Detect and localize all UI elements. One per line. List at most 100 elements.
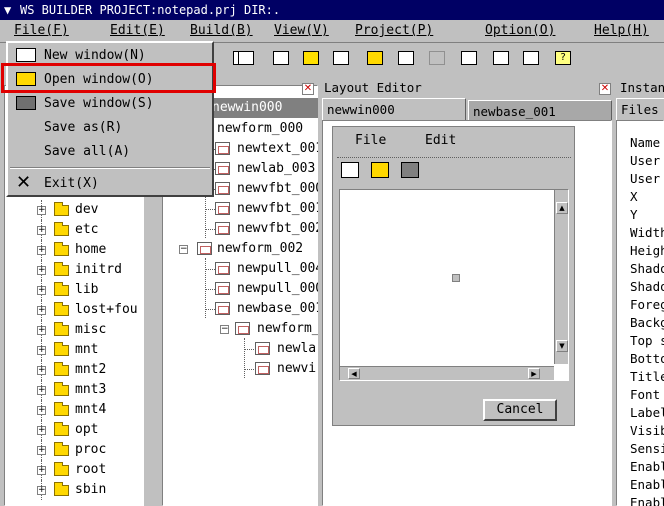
expand-icon[interactable]: + bbox=[37, 266, 46, 275]
toolbar-grid-button[interactable] bbox=[395, 47, 417, 69]
expand-icon[interactable]: + bbox=[37, 346, 46, 355]
widget-tree-item[interactable]: newform_002 bbox=[217, 239, 303, 259]
expand-icon[interactable]: + bbox=[37, 206, 46, 215]
scroll-left-icon[interactable]: ◀ bbox=[348, 368, 360, 379]
menu-item-save-all[interactable]: Save all(A) bbox=[8, 140, 212, 164]
menu-item-save-as[interactable]: Save as(R) bbox=[8, 116, 212, 140]
toolbar-preview-button[interactable] bbox=[520, 47, 542, 69]
widget-icon bbox=[215, 302, 230, 315]
preview-menu-file[interactable]: File bbox=[355, 131, 386, 151]
tab-newwin000[interactable]: newwin000 bbox=[322, 98, 466, 120]
expand-icon[interactable]: + bbox=[37, 406, 46, 415]
toolbar-disabled-button[interactable] bbox=[426, 47, 448, 69]
widget-tree-item[interactable]: newlab_003 bbox=[237, 159, 315, 179]
menu-item-exit[interactable]: ✕ Exit(X) bbox=[8, 172, 212, 196]
directory-item[interactable]: opt bbox=[75, 420, 98, 440]
close-widget-tree-icon[interactable]: ✕ bbox=[302, 83, 314, 95]
expand-icon[interactable]: + bbox=[37, 286, 46, 295]
directory-item[interactable]: misc bbox=[75, 320, 106, 340]
folder-icon bbox=[54, 262, 69, 276]
widget-tree-item[interactable]: newform_0 bbox=[257, 319, 318, 339]
save-icon bbox=[16, 96, 36, 110]
directory-item[interactable]: mnt3 bbox=[75, 380, 106, 400]
toolbar-list-button[interactable] bbox=[458, 47, 480, 69]
preview-icon bbox=[523, 51, 539, 65]
directory-item[interactable]: dev bbox=[75, 200, 98, 220]
preview-open-icon[interactable] bbox=[371, 162, 389, 178]
widget-tree-item[interactable]: newpull_004 bbox=[237, 259, 318, 279]
toolbar-delete-button[interactable] bbox=[235, 47, 257, 69]
selection-handle[interactable] bbox=[452, 274, 460, 282]
expand-icon[interactable]: + bbox=[37, 466, 46, 475]
directory-item[interactable]: mnt bbox=[75, 340, 98, 360]
preview-new-icon[interactable] bbox=[341, 162, 359, 178]
menu-edit[interactable]: Edit(E) bbox=[110, 23, 165, 38]
widget-tree-item[interactable]: newvi bbox=[277, 359, 316, 379]
folder-icon bbox=[54, 242, 69, 256]
directory-item[interactable]: lost+fou bbox=[75, 300, 138, 320]
collapse-icon[interactable]: − bbox=[220, 325, 229, 334]
directory-item[interactable]: root bbox=[75, 460, 106, 480]
toolbar-open-button[interactable] bbox=[364, 47, 386, 69]
expand-icon[interactable]: + bbox=[37, 366, 46, 375]
preview-menu-edit[interactable]: Edit bbox=[425, 131, 456, 151]
menu-build[interactable]: Build(B) bbox=[190, 23, 253, 38]
directory-item[interactable]: lib bbox=[75, 280, 98, 300]
toolbar-find-button[interactable] bbox=[490, 47, 512, 69]
widget-tree-item[interactable]: newvfbt_000 bbox=[237, 179, 318, 199]
scroll-right-icon[interactable]: ▶ bbox=[528, 368, 540, 379]
toolbar-run-button[interactable] bbox=[330, 47, 352, 69]
expand-icon[interactable]: + bbox=[37, 306, 46, 315]
widget-tree-item[interactable]: newla bbox=[277, 339, 316, 359]
expand-icon[interactable]: + bbox=[37, 386, 46, 395]
widget-tree-item[interactable]: newpull_000 bbox=[237, 279, 318, 299]
tab-newbase-001[interactable]: newbase_001 bbox=[468, 100, 612, 120]
widget-tree-item[interactable]: newvfbt_001 bbox=[237, 199, 318, 219]
open-window-highlight bbox=[1, 63, 216, 93]
directory-item[interactable]: etc bbox=[75, 220, 98, 240]
directory-item[interactable]: mnt4 bbox=[75, 400, 106, 420]
title-bar: ▼ WS BUILDER PROJECT:notepad.prj DIR:. bbox=[0, 0, 664, 20]
directory-item[interactable]: initrd bbox=[75, 260, 122, 280]
widget-tree-item[interactable]: newtext_001 bbox=[237, 139, 318, 159]
expand-icon[interactable]: + bbox=[37, 326, 46, 335]
widget-icon bbox=[215, 262, 230, 275]
preview-cancel-button[interactable]: Cancel bbox=[483, 399, 557, 421]
window-menu-icon[interactable]: ▼ bbox=[4, 0, 11, 20]
menu-file[interactable]: File(F) bbox=[14, 23, 69, 38]
widget-icon bbox=[215, 142, 230, 155]
directory-item[interactable]: mnt2 bbox=[75, 360, 106, 380]
directory-item[interactable]: proc bbox=[75, 440, 106, 460]
expand-icon[interactable]: + bbox=[37, 426, 46, 435]
collapse-icon[interactable]: − bbox=[179, 245, 188, 254]
expand-icon[interactable]: + bbox=[37, 486, 46, 495]
find-icon bbox=[493, 51, 509, 65]
toolbar-help-button[interactable]: ? bbox=[552, 47, 574, 69]
preview-window[interactable]: File Edit ▲ ▼ ◀ ▶ Cancel bbox=[332, 126, 575, 426]
scroll-down-icon[interactable]: ▼ bbox=[556, 340, 568, 352]
directory-item[interactable]: sbin bbox=[75, 480, 106, 500]
widget-tree-item[interactable]: newbase_001 bbox=[237, 299, 318, 319]
expand-icon[interactable]: + bbox=[37, 446, 46, 455]
toolbar-build-button[interactable] bbox=[300, 47, 322, 69]
widget-tree-item[interactable]: newform_000 bbox=[217, 119, 303, 139]
preview-text-area[interactable]: ▲ ▼ ◀ ▶ bbox=[339, 189, 569, 381]
menu-option[interactable]: Option(O) bbox=[485, 23, 555, 38]
preview-horizontal-scrollbar[interactable]: ◀ ▶ bbox=[340, 366, 554, 380]
menu-item-save-window[interactable]: Save window(S) bbox=[8, 92, 212, 116]
expand-icon[interactable]: + bbox=[37, 246, 46, 255]
expand-icon[interactable]: + bbox=[37, 226, 46, 235]
menu-view[interactable]: View(V) bbox=[274, 23, 329, 38]
widget-icon bbox=[215, 202, 230, 215]
widget-tree-item[interactable]: newvfbt_002 bbox=[237, 219, 318, 239]
preview-save-icon[interactable] bbox=[401, 162, 419, 178]
tab-files[interactable]: Files bbox=[616, 98, 664, 120]
directory-item[interactable]: home bbox=[75, 240, 106, 260]
toolbar-select-button[interactable] bbox=[270, 47, 292, 69]
scroll-up-icon[interactable]: ▲ bbox=[556, 202, 568, 214]
close-layout-editor-icon[interactable]: ✕ bbox=[599, 83, 611, 95]
run-icon bbox=[333, 51, 349, 65]
preview-vertical-scrollbar[interactable]: ▲ ▼ bbox=[554, 190, 568, 364]
menu-project[interactable]: Project(P) bbox=[355, 23, 433, 38]
menu-help[interactable]: Help(H) bbox=[594, 23, 649, 38]
